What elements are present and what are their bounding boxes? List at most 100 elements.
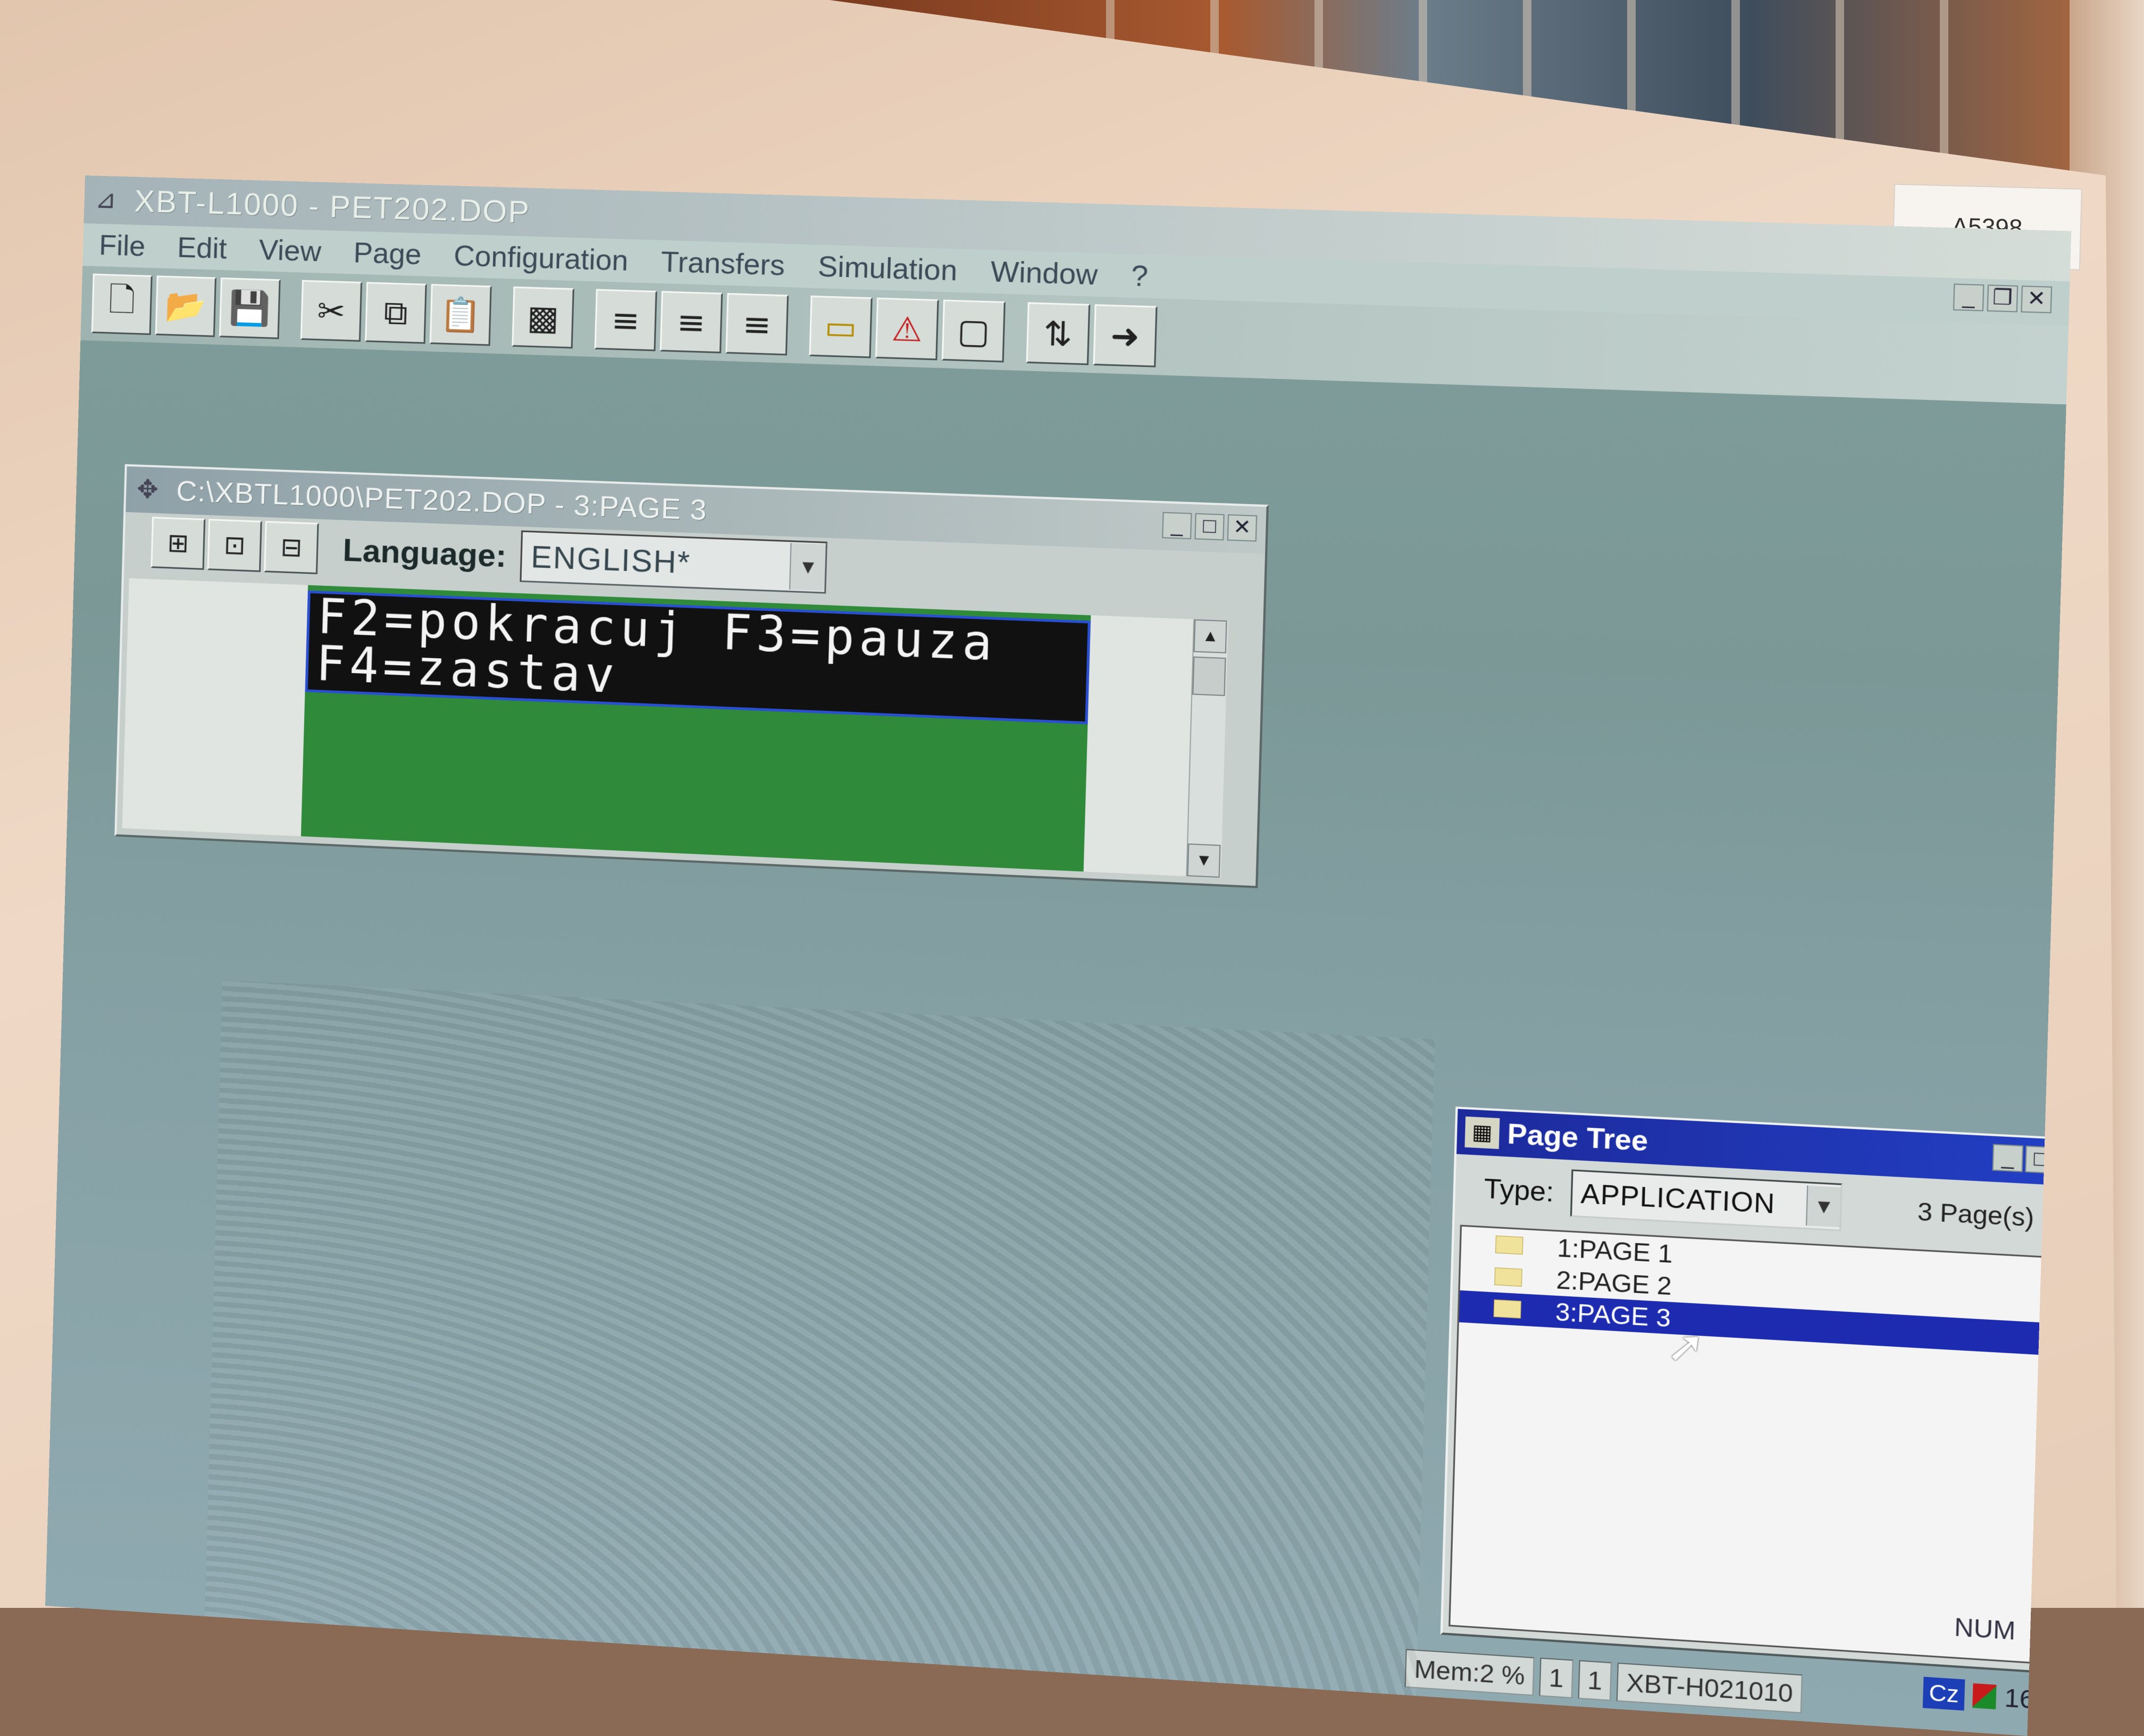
edit-field-icon: ⊡ xyxy=(223,530,246,561)
align-left-button[interactable]: ≡ xyxy=(594,289,657,351)
editor-canvas: F2=pokracuj F3=pauza F4=zastav ▲ ▼ xyxy=(122,578,1228,878)
save-disk-icon: 💾 xyxy=(228,288,271,329)
type-select[interactable]: APPLICATION ▼ xyxy=(1570,1169,1843,1231)
mouse-cursor-icon: ➚ xyxy=(1665,1319,1706,1373)
insert-field-button[interactable]: ⊞ xyxy=(150,516,206,570)
toolbar-group: ▭ ⚠ ▢ xyxy=(809,295,1010,363)
align-right-button[interactable]: ≡ xyxy=(725,292,789,356)
page-tree-item-label: 1:PAGE 1 xyxy=(1556,1233,1673,1269)
status-field-2: 1 xyxy=(1578,1660,1612,1701)
insert-field-icon: ⊞ xyxy=(166,528,189,559)
folder-page-button[interactable]: ▭ xyxy=(809,295,873,358)
page-tree-title: Page Tree xyxy=(1506,1118,1649,1158)
page-tree-item-label: 2:PAGE 2 xyxy=(1556,1265,1672,1301)
toolbar-group: ≡ ≡ ≡ xyxy=(594,289,793,356)
mdi-window-controls: _ ❐ ✕ xyxy=(1953,283,2053,314)
scroll-up-icon[interactable]: ▲ xyxy=(1193,619,1227,653)
align-center-button[interactable]: ≡ xyxy=(659,291,723,354)
menu-item-file[interactable]: File xyxy=(98,229,146,263)
language-label: Language: xyxy=(342,531,507,574)
page-editor-window[interactable]: ✥ C:\XBTL1000\PET202.DOP - 3:PAGE 3 _ □ … xyxy=(114,464,1269,888)
language-select[interactable]: ENGLISH* ▼ xyxy=(520,530,828,594)
mdi-minimize-button[interactable]: _ xyxy=(1953,283,1984,312)
scroll-down-icon[interactable]: ▼ xyxy=(1187,843,1221,878)
page-list: 1:PAGE 1 2:PAGE 2 3:PAGE 3 xyxy=(1448,1225,2072,1666)
page-tree-item-label: 3:PAGE 3 xyxy=(1555,1297,1671,1333)
sort-az-button[interactable]: ⇅ xyxy=(1026,302,1091,365)
cut-scissors-button[interactable]: ✂ xyxy=(300,280,363,342)
num-lock-indicator: NUM xyxy=(1954,1612,2016,1646)
keyboard-language-indicator[interactable]: Cz xyxy=(1922,1676,1965,1711)
page-frame-button[interactable]: ▢ xyxy=(941,299,1006,363)
toolbar-group: 🗋 📂 💾 xyxy=(91,273,285,340)
chevron-down-icon[interactable]: ▼ xyxy=(1806,1185,1841,1228)
page-folder-icon xyxy=(1493,1299,1522,1319)
menu-item-view[interactable]: View xyxy=(258,233,322,269)
goto-page-button[interactable]: ➜ xyxy=(1093,304,1158,367)
mdi-restore-button[interactable]: ❐ xyxy=(1987,284,2019,313)
editor-window-controls: _ □ ✕ xyxy=(1162,511,1258,542)
toolbar-group: ⇅ ➜ xyxy=(1026,302,1162,367)
alarm-warning-icon: ⚠ xyxy=(891,308,923,349)
hatch-pattern-button[interactable]: ▩ xyxy=(512,286,574,349)
editor-vertical-scrollbar[interactable]: ▲ ▼ xyxy=(1186,619,1228,878)
page-folder-icon xyxy=(1494,1267,1522,1287)
language-value: ENGLISH* xyxy=(530,539,692,581)
hmi-text-field[interactable]: F2=pokracuj F3=pauza F4=zastav xyxy=(305,589,1091,725)
page-frame-icon: ▢ xyxy=(957,311,991,351)
save-disk-button[interactable]: 💾 xyxy=(219,277,281,339)
page-tree-window[interactable]: ▦ Page Tree _ □ ✕ Type: APPLICATION ▼ 3 … xyxy=(1440,1106,2072,1676)
memory-status: Mem:2 % xyxy=(1404,1649,1535,1696)
menu-item-help[interactable]: ? xyxy=(1130,259,1148,293)
hatch-pattern-icon: ▩ xyxy=(526,297,560,338)
status-field-1: 1 xyxy=(1539,1657,1573,1699)
pagetree-minimize-button[interactable]: _ xyxy=(1992,1144,2024,1172)
menu-item-edit[interactable]: Edit xyxy=(177,231,227,265)
menu-item-transfers[interactable]: Transfers xyxy=(660,245,785,282)
page-count: 3 Page(s) xyxy=(1917,1197,2035,1232)
new-document-button[interactable]: 🗋 xyxy=(91,273,153,336)
copy-icon: ⧉ xyxy=(383,292,408,333)
align-right-icon: ≡ xyxy=(742,304,772,345)
menu-item-configuration[interactable]: Configuration xyxy=(453,239,629,277)
editor-maximize-button[interactable]: □ xyxy=(1194,513,1225,541)
hmi-display-area[interactable]: F2=pokracuj F3=pauza F4=zastav xyxy=(300,585,1091,872)
sort-az-icon: ⇅ xyxy=(1043,313,1074,354)
mdi-close-button[interactable]: ✕ xyxy=(2021,286,2053,314)
toolbar-group: ✂ ⧉ 📋 xyxy=(300,280,496,346)
paste-icon: 📋 xyxy=(439,294,482,335)
type-label: Type: xyxy=(1484,1173,1555,1208)
open-folder-icon: 📂 xyxy=(164,286,207,326)
app-title: XBT-L1000 - PET202.DOP xyxy=(133,183,531,230)
editor-window-icon: ✥ xyxy=(136,475,159,505)
menu-item-window[interactable]: Window xyxy=(990,255,1098,292)
clock[interactable]: 16:13 xyxy=(2004,1682,2072,1717)
page-folder-icon xyxy=(1495,1235,1523,1255)
app-icon: ⊿ xyxy=(94,185,117,214)
open-folder-button[interactable]: 📂 xyxy=(155,275,217,337)
editor-close-button[interactable]: ✕ xyxy=(1227,514,1258,542)
cut-scissors-icon: ✂ xyxy=(316,291,346,331)
align-center-icon: ≡ xyxy=(676,301,706,342)
menu-item-simulation[interactable]: Simulation xyxy=(817,250,958,288)
edit-field-button[interactable]: ⊡ xyxy=(207,518,262,572)
toolbar-group: ▩ xyxy=(512,286,579,349)
type-value: APPLICATION xyxy=(1580,1178,1776,1220)
new-document-icon: 🗋 xyxy=(108,279,136,320)
folder-page-icon: ▭ xyxy=(824,306,858,347)
menu-item-page[interactable]: Page xyxy=(353,236,422,271)
chevron-down-icon[interactable]: ▼ xyxy=(789,543,826,591)
goto-page-icon: ➜ xyxy=(1110,315,1141,356)
alarm-warning-button[interactable]: ⚠ xyxy=(875,297,939,360)
align-left-icon: ≡ xyxy=(611,300,641,340)
editor-minimize-button[interactable]: _ xyxy=(1162,511,1192,540)
network-flag-icon[interactable] xyxy=(1972,1683,1997,1709)
field-properties-button[interactable]: ⊟ xyxy=(264,521,319,575)
field-properties-icon: ⊟ xyxy=(280,532,303,563)
page-tree-icon: ▦ xyxy=(1464,1116,1500,1150)
scroll-thumb[interactable] xyxy=(1192,656,1226,697)
monitor-screen: ⊿ XBT-L1000 - PET202.DOP File Edit View Pag… xyxy=(45,175,2072,1736)
paste-button[interactable]: 📋 xyxy=(429,283,492,346)
copy-button[interactable]: ⧉ xyxy=(365,282,427,344)
terminal-model: XBT-H021010 xyxy=(1617,1662,1803,1714)
